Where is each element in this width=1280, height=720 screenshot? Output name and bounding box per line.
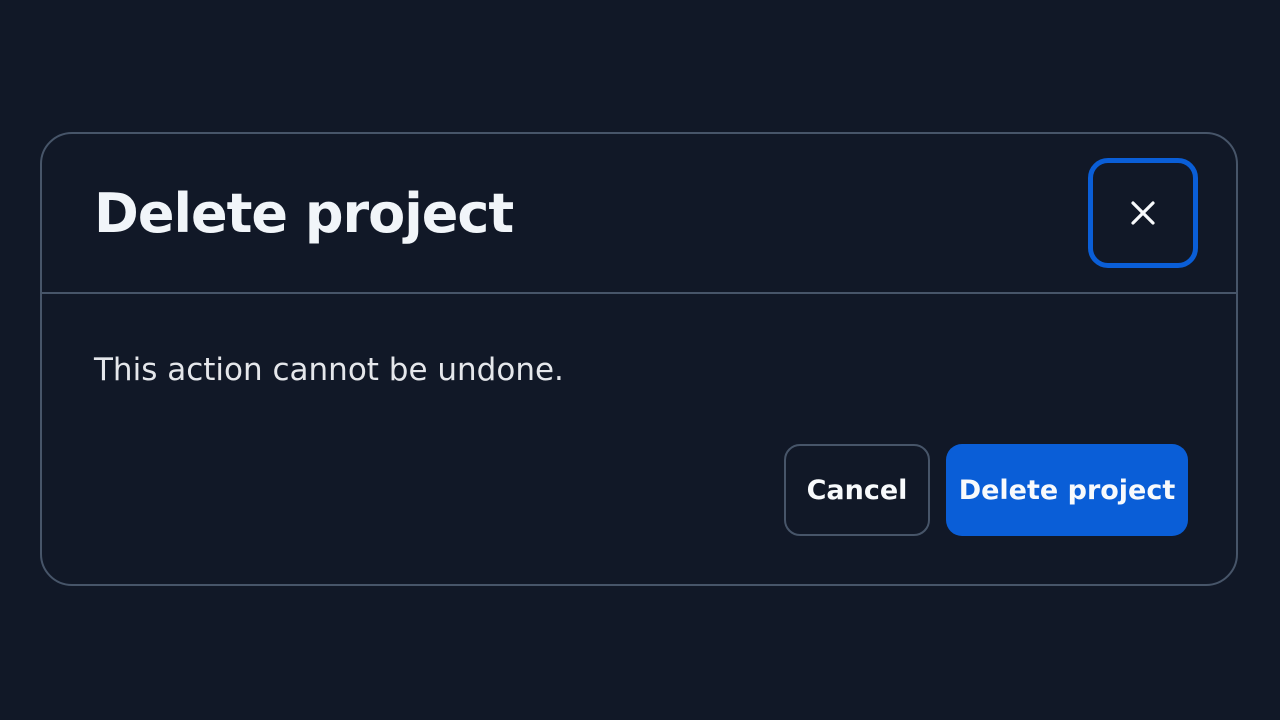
- dialog-header: Delete project: [42, 134, 1236, 294]
- cancel-button[interactable]: Cancel: [784, 444, 930, 536]
- close-icon: [1131, 201, 1155, 225]
- dialog-message: This action cannot be undone.: [94, 352, 564, 388]
- dialog-title: Delete project: [94, 182, 514, 245]
- close-button[interactable]: [1088, 158, 1198, 268]
- delete-project-dialog: Delete project This action cannot be und…: [40, 132, 1238, 586]
- page-backdrop: Delete project This action cannot be und…: [0, 0, 1280, 720]
- delete-project-button[interactable]: Delete project: [946, 444, 1188, 536]
